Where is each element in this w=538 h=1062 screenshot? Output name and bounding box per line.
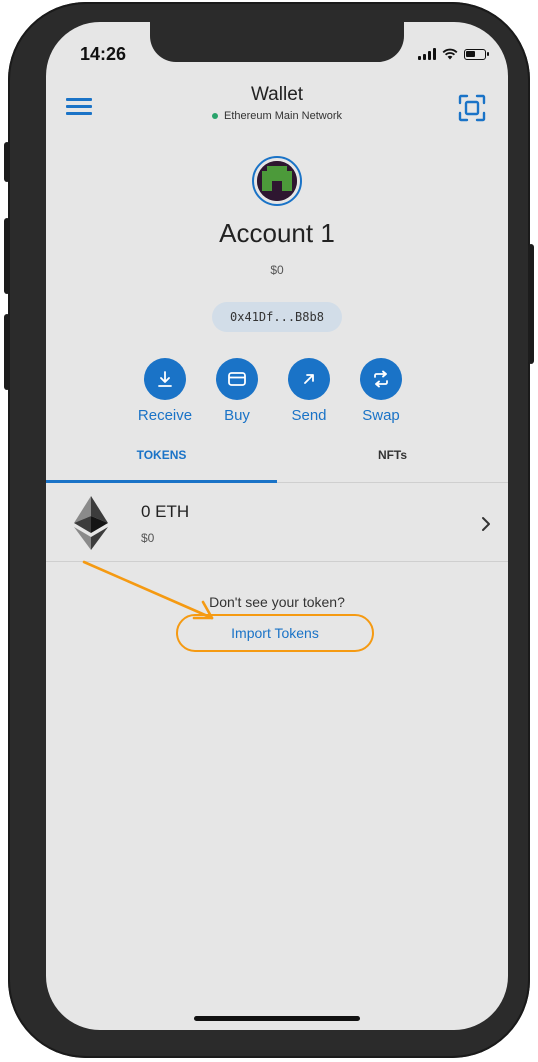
receive-button[interactable]: Receive <box>138 358 192 424</box>
tab-nfts[interactable]: NFTs <box>277 444 508 484</box>
network-status-dot <box>212 113 218 120</box>
status-time: 14:26 <box>80 44 127 64</box>
swap-button[interactable]: Swap <box>358 358 404 424</box>
send-button[interactable]: Send <box>286 358 332 424</box>
token-row-eth[interactable]: 0 ETH $0 <box>46 482 508 562</box>
send-button-circle <box>288 358 330 400</box>
power-button <box>528 244 534 364</box>
receive-label: Receive <box>137 407 193 424</box>
buy-button-circle <box>216 358 258 400</box>
token-fiat-value: $0 <box>141 531 155 545</box>
volume-up-button <box>4 218 10 294</box>
annotation-arrow-icon <box>82 560 214 620</box>
status-icons <box>418 48 489 60</box>
arrow-up-right-icon <box>304 374 314 384</box>
address-pill[interactable]: 0x41Df...B8b8 <box>212 302 342 332</box>
account-avatar[interactable] <box>252 156 302 206</box>
tab-tokens[interactable]: TOKENS <box>46 444 277 484</box>
phone-frame: 14:26 Wallet Ethereum Main Network Accou… <box>4 2 534 1058</box>
token-name: 0 ETH <box>141 502 190 521</box>
action-bar: Receive Buy Send Swap <box>138 358 404 424</box>
network-label[interactable]: Ethereum Main Network <box>46 110 508 122</box>
volume-down-button <box>4 314 10 390</box>
swap-button-circle <box>360 358 402 400</box>
home-indicator <box>194 1016 360 1021</box>
notch <box>150 22 404 62</box>
swap-label: Swap <box>362 407 400 424</box>
page-title: Wallet <box>250 84 304 105</box>
receive-button-circle <box>144 358 186 400</box>
buy-button[interactable]: Buy <box>214 358 260 424</box>
send-label: Send <box>291 407 327 424</box>
signal-icon <box>418 48 436 60</box>
network-name: Ethereum Main Network <box>224 110 342 122</box>
battery-icon <box>464 48 489 60</box>
screen: 14:26 Wallet Ethereum Main Network Accou… <box>46 22 508 1030</box>
download-icon <box>158 371 172 387</box>
card-icon <box>228 372 246 386</box>
wifi-icon <box>442 48 458 60</box>
account-balance: $0 <box>270 263 284 277</box>
swap-icon <box>374 370 388 388</box>
chevron-right-icon <box>482 517 490 531</box>
buy-label: Buy <box>224 407 250 424</box>
identicon-icon <box>257 161 297 201</box>
account-name: Account 1 <box>219 218 335 248</box>
qr-scan-icon[interactable] <box>458 94 486 122</box>
tab-bar: TOKENS NFTs <box>46 444 508 484</box>
ethereum-icon <box>74 496 108 550</box>
mute-switch <box>4 142 10 182</box>
